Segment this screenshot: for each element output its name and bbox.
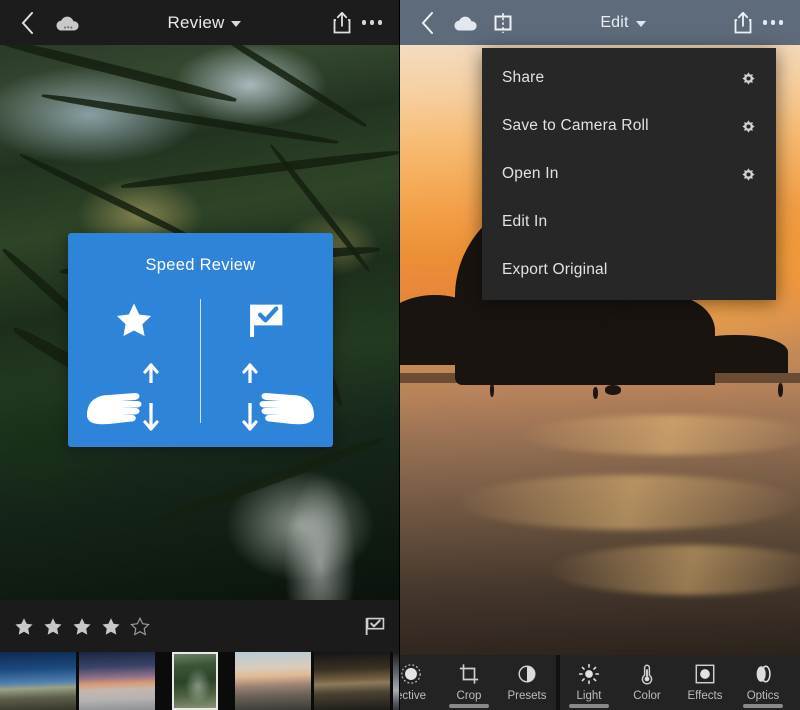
thumbnail-beach-sunset-pastel[interactable] xyxy=(79,652,155,710)
flag-check-icon[interactable] xyxy=(364,616,386,637)
edit-toolbar: ective Crop xyxy=(400,655,800,710)
lens-icon xyxy=(752,663,774,685)
tool-label: Light xyxy=(577,690,602,702)
rating-bar xyxy=(0,600,400,652)
chevron-left-icon xyxy=(421,12,434,34)
page-title: Review xyxy=(168,13,225,33)
star-filled-icon[interactable] xyxy=(43,617,63,636)
thermometer-icon xyxy=(636,663,658,685)
share-options-menu: Share Save to Camera Roll Open In xyxy=(482,48,776,300)
tool-label: ective xyxy=(400,690,426,702)
speed-review-star-half xyxy=(68,281,200,447)
tool-profiles[interactable]: Pr xyxy=(792,655,800,710)
gear-icon[interactable] xyxy=(739,117,758,136)
flag-check-icon xyxy=(247,301,287,339)
share-button[interactable] xyxy=(327,8,357,38)
gear-icon[interactable] xyxy=(739,165,758,184)
cloud-icon xyxy=(452,14,478,32)
edit-tool-group-b: Light Color xyxy=(560,655,800,710)
swipe-hand-vertical-icon xyxy=(212,351,322,437)
more-options-button[interactable] xyxy=(357,8,387,38)
star-icon xyxy=(114,301,154,339)
cloud-status-button[interactable] xyxy=(450,8,480,38)
tool-label: Crop xyxy=(457,690,482,702)
speed-review-flag-half xyxy=(201,281,333,447)
presets-icon xyxy=(516,663,538,685)
tool-optics[interactable]: Optics xyxy=(734,655,792,710)
menu-item-label: Save to Camera Roll xyxy=(502,117,649,135)
before-after-compare-button[interactable] xyxy=(488,8,518,38)
back-button[interactable] xyxy=(12,8,42,38)
sun-icon xyxy=(578,663,600,685)
menu-item-share[interactable]: Share xyxy=(482,54,776,102)
menu-item-edit-in[interactable]: Edit In xyxy=(482,198,776,246)
tool-label: Effects xyxy=(688,690,723,702)
tool-presets[interactable]: Presets xyxy=(498,655,556,710)
chevron-left-icon xyxy=(21,12,34,34)
edit-title-dropdown[interactable]: Edit xyxy=(600,14,645,32)
menu-item-export-original[interactable]: Export Original xyxy=(482,246,776,294)
app-screenshot: Review Speed Review xyxy=(0,0,800,710)
cloud-icon xyxy=(54,14,80,32)
tool-label: Color xyxy=(633,690,660,702)
share-icon xyxy=(332,11,352,34)
star-filled-icon[interactable] xyxy=(14,617,34,636)
menu-item-open-in[interactable]: Open In xyxy=(482,150,776,198)
speed-review-overlay[interactable]: Speed Review xyxy=(68,233,333,447)
review-header: Review xyxy=(0,0,399,45)
edit-panel: Edit Share xyxy=(400,0,800,710)
crop-icon xyxy=(458,663,480,685)
tool-indicator[interactable] xyxy=(449,704,489,708)
menu-item-label: Open In xyxy=(502,165,559,183)
menu-item-label: Share xyxy=(502,69,544,87)
chevron-down-icon xyxy=(231,21,241,27)
vignette-icon xyxy=(694,663,716,685)
thumbnail-foggy-sunrise[interactable] xyxy=(314,652,390,710)
tool-crop[interactable]: Crop xyxy=(440,655,498,710)
tool-label: Presets xyxy=(508,690,547,702)
star-rating-control[interactable] xyxy=(14,617,150,636)
review-title-dropdown[interactable]: Review xyxy=(168,13,242,33)
chevron-down-icon xyxy=(636,21,646,27)
tool-indicator[interactable] xyxy=(743,704,783,708)
star-outline-icon[interactable] xyxy=(130,617,150,636)
ellipsis-icon xyxy=(763,20,784,25)
cloud-status-button[interactable] xyxy=(52,8,82,38)
edit-header: Edit xyxy=(400,0,800,45)
star-filled-icon[interactable] xyxy=(101,617,121,636)
menu-item-label: Edit In xyxy=(502,213,547,231)
tool-indicator[interactable] xyxy=(569,704,609,708)
swipe-hand-vertical-icon xyxy=(79,351,189,437)
menu-item-save-to-camera-roll[interactable]: Save to Camera Roll xyxy=(482,102,776,150)
back-button[interactable] xyxy=(412,8,442,38)
thumbnail-cloudy-seascape[interactable] xyxy=(393,652,400,710)
ellipsis-icon xyxy=(362,20,383,25)
tool-effects[interactable]: Effects xyxy=(676,655,734,710)
more-options-button[interactable] xyxy=(758,8,788,38)
thumbnail-forest-canopy[interactable] xyxy=(172,652,218,710)
thumbnail-golden-gate-bridge[interactable] xyxy=(235,652,311,710)
tool-label: Optics xyxy=(747,690,780,702)
filmstrip[interactable] xyxy=(0,652,400,710)
page-title: Edit xyxy=(600,14,628,32)
thumbnail-coastal-blue-sky[interactable] xyxy=(0,652,76,710)
tool-selective[interactable]: ective xyxy=(400,655,440,710)
menu-item-label: Export Original xyxy=(502,261,608,279)
share-button[interactable] xyxy=(728,8,758,38)
selective-icon xyxy=(400,663,422,685)
tool-color[interactable]: Color xyxy=(618,655,676,710)
gear-icon[interactable] xyxy=(739,69,758,88)
before-after-compare-icon xyxy=(491,11,515,35)
review-panel: Review Speed Review xyxy=(0,0,400,710)
tool-light[interactable]: Light xyxy=(560,655,618,710)
share-icon xyxy=(733,11,753,34)
edit-tool-group-a: ective Crop xyxy=(400,655,556,710)
star-filled-icon[interactable] xyxy=(72,617,92,636)
speed-review-title: Speed Review xyxy=(146,256,256,275)
